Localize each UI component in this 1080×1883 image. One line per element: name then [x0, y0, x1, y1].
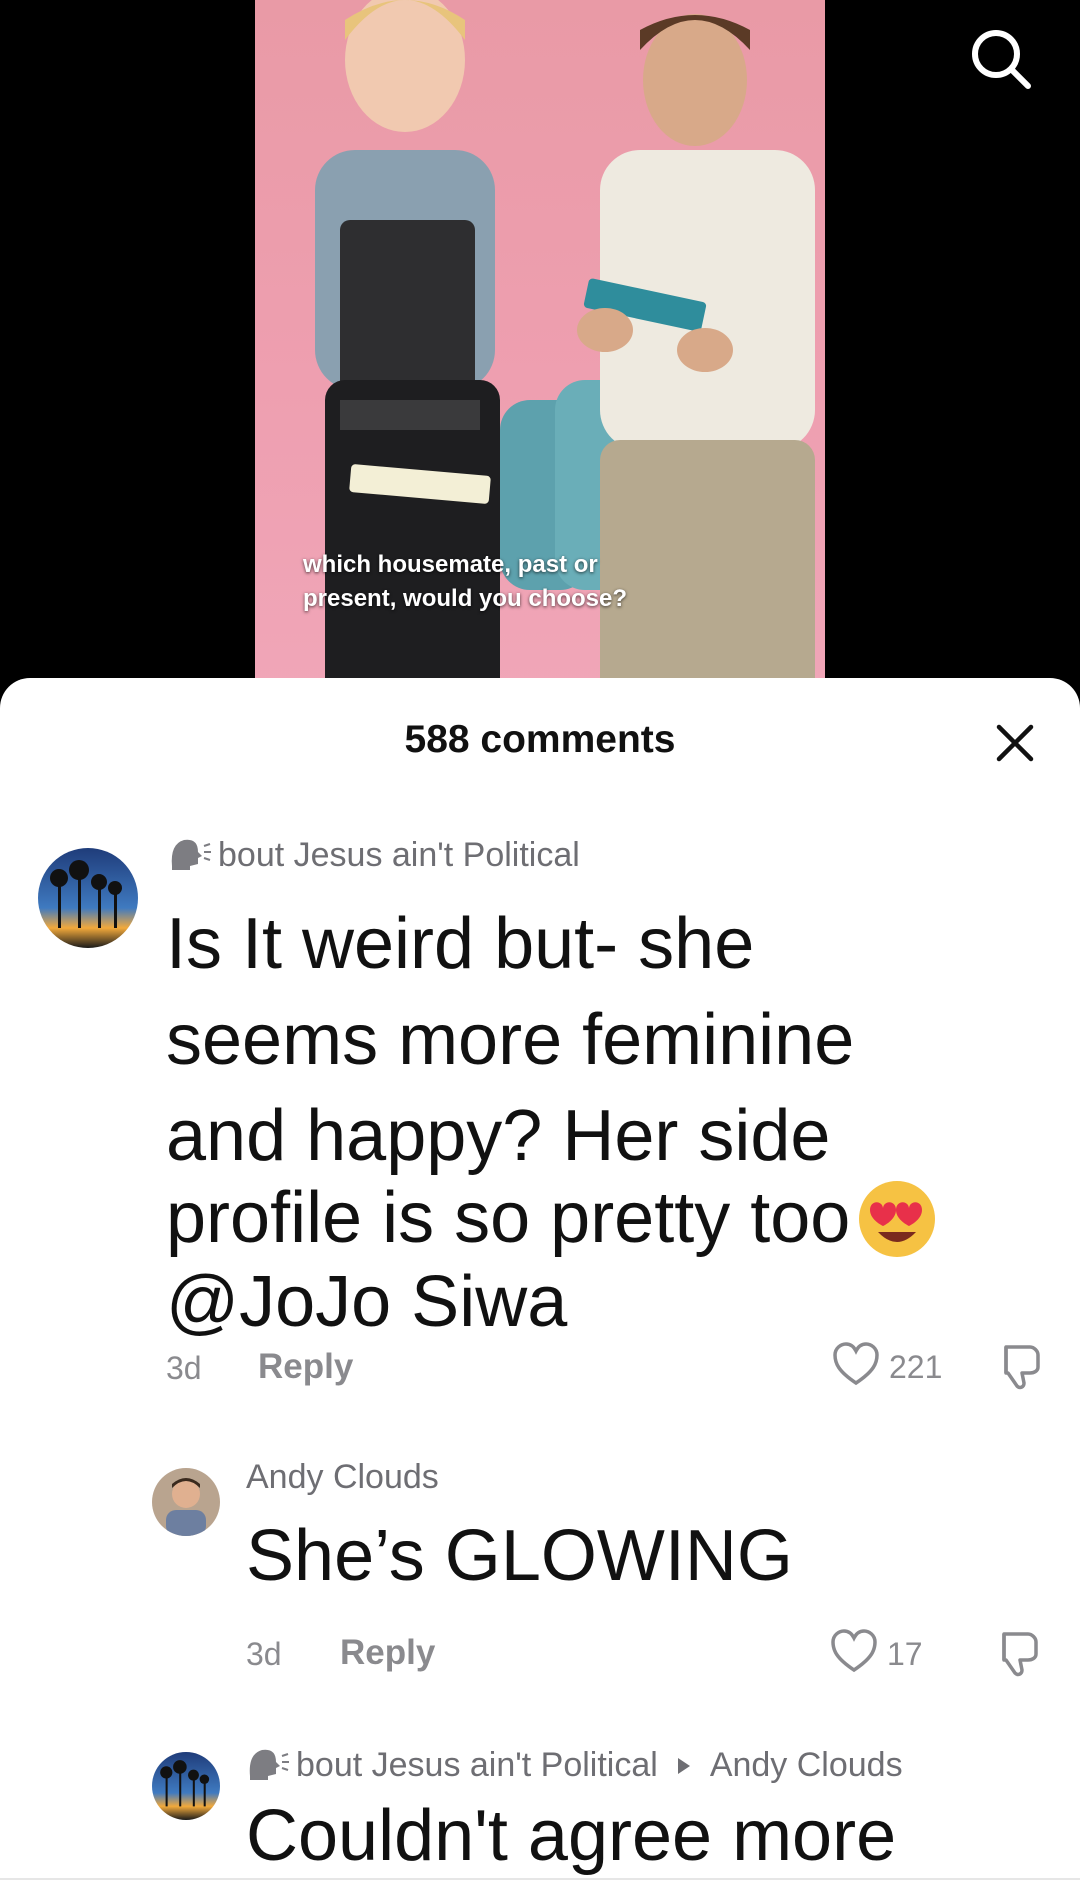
comment-text: She’s GLOWING — [246, 1516, 793, 1596]
comment-text: Couldn't agree more — [246, 1796, 897, 1876]
like-count: 17 — [887, 1636, 923, 1672]
comment-line: profile is so pretty too — [166, 1178, 851, 1258]
video-caption: which housemate, past or present, would … — [303, 548, 627, 616]
comment-author[interactable]: Andy Clouds — [246, 1458, 439, 1497]
comment-line-with-emoji: profile is so pretty too — [166, 1178, 938, 1260]
speaking-head-icon — [249, 1749, 289, 1780]
comment-text: Is It weird but- she seems more feminine… — [166, 896, 938, 1344]
reply-arrow-icon — [677, 1758, 690, 1774]
comment-author[interactable]: bout Jesus ain't Political Andy Clouds — [246, 1746, 903, 1785]
comment-time: 3d — [246, 1636, 282, 1672]
thumbs-down-icon — [1002, 1632, 1038, 1677]
like-button[interactable] — [832, 1341, 880, 1392]
search-button[interactable] — [966, 24, 1036, 94]
reply-to-name[interactable]: Andy Clouds — [710, 1746, 903, 1784]
caption-line-1: which housemate, past or — [303, 551, 598, 578]
palm-avatar-image — [38, 848, 138, 948]
comment-line: and happy? Her side — [166, 1096, 831, 1176]
video-frame[interactable]: which housemate, past or present, would … — [255, 0, 825, 700]
comment-line: seems more feminine — [166, 1000, 855, 1080]
comment-time: 3d — [166, 1350, 202, 1386]
author-name: bout Jesus ain't Political — [296, 1746, 658, 1784]
avatar[interactable] — [38, 848, 138, 948]
author-name: bout Jesus ain't Political — [218, 836, 580, 874]
heart-eyes-emoji-icon — [859, 1181, 936, 1257]
reply-button[interactable]: Reply — [258, 1347, 353, 1387]
close-icon — [996, 724, 1034, 762]
close-button[interactable] — [994, 722, 1036, 764]
heart-icon — [831, 1629, 877, 1673]
dislike-button[interactable] — [996, 1343, 1042, 1396]
comments-count: 588 comments — [404, 718, 676, 761]
heart-icon — [833, 1342, 879, 1386]
person-avatar-image — [152, 1468, 220, 1536]
video-player[interactable]: which housemate, past or present, would … — [0, 0, 1080, 700]
comment-line: @JoJo Siwa — [166, 1262, 568, 1342]
dislike-button[interactable] — [994, 1630, 1040, 1683]
speaking-head-icon — [171, 839, 211, 870]
avatar[interactable] — [152, 1752, 220, 1820]
comment-author[interactable]: bout Jesus ain't Political — [168, 836, 580, 875]
comment-line: Is It weird but- she — [166, 904, 755, 984]
comments-sheet: 588 comments bout Jesus ain't Political … — [0, 678, 1080, 1883]
reply-button[interactable]: Reply — [340, 1633, 435, 1673]
thumbs-down-icon — [1004, 1345, 1040, 1390]
like-button[interactable] — [830, 1628, 878, 1679]
palm-avatar-image — [152, 1752, 220, 1820]
like-count: 221 — [889, 1349, 943, 1385]
avatar[interactable] — [152, 1468, 220, 1536]
caption-line-2: present, would you choose? — [303, 585, 628, 612]
search-icon — [972, 30, 1031, 89]
bottom-divider — [0, 1878, 1080, 1880]
